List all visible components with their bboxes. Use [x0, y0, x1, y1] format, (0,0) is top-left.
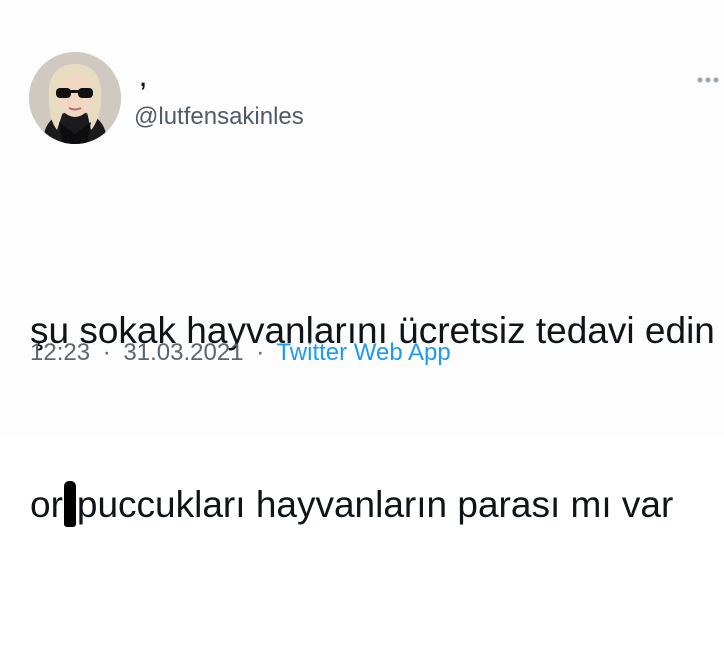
tweet-source-link[interactable]: Twitter Web App — [276, 339, 450, 366]
meta-separator-1: · — [102, 339, 111, 366]
author-avatar[interactable] — [29, 52, 121, 144]
avatar-photo — [29, 52, 121, 144]
tweet-date[interactable]: 31.03.2021 — [123, 339, 243, 366]
more-options-icon[interactable] — [695, 68, 721, 88]
tweet-text-line-2-start: or — [30, 484, 63, 525]
author-display-name[interactable]: , — [140, 68, 146, 90]
tweet-text-line-2-end: puccukları hayvanların parası mı var — [76, 484, 674, 525]
tweet-text-line-2: or puccukları hayvanların parası mı var — [30, 476, 720, 534]
tweet-time[interactable]: 12:23 — [30, 339, 90, 366]
tweet-card: , @lutfensakinles şu sokak hayvanlarını … — [0, 0, 724, 527]
meta-separator-2: · — [256, 339, 265, 366]
tweet-text: şu sokak hayvanlarını ücretsiz tedavi ed… — [30, 186, 720, 650]
author-handle[interactable]: @lutfensakinles — [134, 103, 304, 131]
tweet-meta: 12:23 · 31.03.2021 · Twitter Web App — [30, 337, 451, 369]
censor-mark — [63, 481, 76, 527]
